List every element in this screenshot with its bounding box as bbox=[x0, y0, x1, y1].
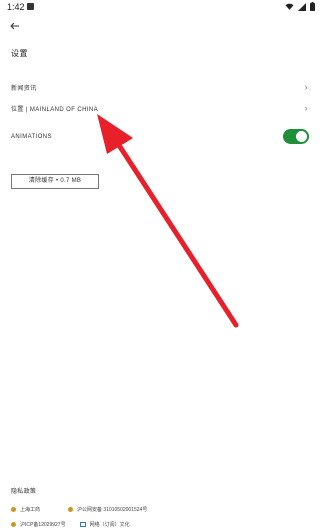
status-time: 1:42 bbox=[7, 2, 25, 12]
emblem-icon bbox=[11, 522, 16, 527]
police-emblem-icon bbox=[11, 507, 16, 512]
status-bar: 1:42 bbox=[0, 0, 320, 14]
footer-icp-right[interactable]: 沪公网安备 31010502001524号 bbox=[77, 506, 147, 513]
setting-animations: ANIMATIONS bbox=[11, 134, 308, 148]
annotation-arrow bbox=[97, 114, 239, 328]
animations-toggle[interactable] bbox=[283, 129, 309, 144]
chevron-right-icon: › bbox=[304, 82, 308, 92]
back-arrow-icon bbox=[10, 22, 19, 30]
page-title: 设置 bbox=[11, 49, 28, 58]
battery-icon bbox=[310, 2, 315, 11]
back-button[interactable] bbox=[9, 19, 21, 31]
notification-icon bbox=[27, 3, 34, 10]
wifi-icon bbox=[285, 3, 294, 10]
status-icons bbox=[285, 2, 315, 11]
clear-cache-button[interactable]: 清除缓存 • 0.7 MB bbox=[11, 174, 99, 189]
footer-bottom-right[interactable]: 网络（订阅）文化 bbox=[90, 521, 130, 528]
setting-location-label: 位置 | MAINLAND OF CHINA bbox=[11, 107, 99, 113]
chevron-right-icon: › bbox=[304, 103, 308, 113]
license-icon bbox=[79, 522, 86, 527]
setting-animations-label: ANIMATIONS bbox=[11, 134, 52, 140]
footer-bottom-left[interactable]: 沪ICP备12029927号 bbox=[20, 521, 66, 528]
signal-icon bbox=[298, 2, 306, 11]
footer-license-row: 上海工商 沪公网安备 31010502001524号 bbox=[11, 506, 147, 513]
setting-news[interactable]: 新闻资讯 › bbox=[11, 82, 308, 97]
privacy-policy-link[interactable]: 隐私政策 bbox=[11, 486, 36, 495]
police-emblem-icon bbox=[68, 507, 74, 512]
setting-news-label: 新闻资讯 bbox=[11, 86, 37, 92]
footer-icp-left[interactable]: 上海工商 bbox=[20, 506, 40, 513]
toggle-knob bbox=[296, 131, 307, 142]
footer-bottom-row: 沪ICP备12029927号 网络（订阅）文化 bbox=[11, 521, 130, 528]
setting-location[interactable]: 位置 | MAINLAND OF CHINA › bbox=[11, 103, 308, 118]
